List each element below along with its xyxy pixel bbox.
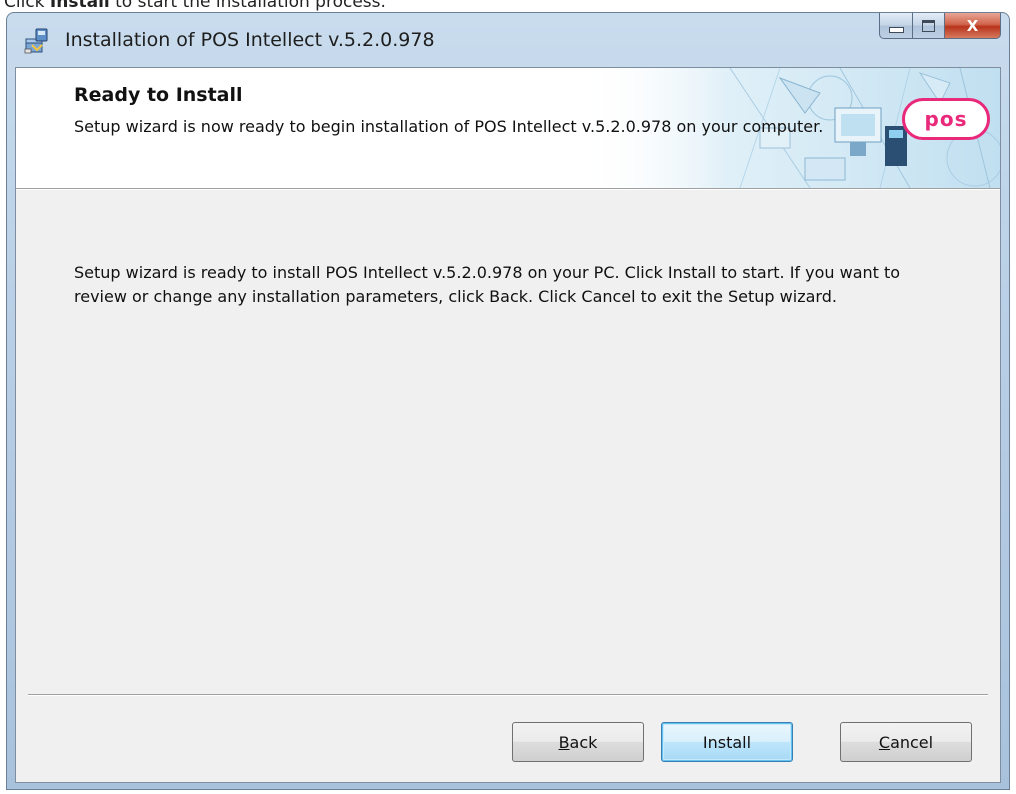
cancel-button-mnemonic: C bbox=[878, 732, 891, 752]
wizard-body-text: Setup wizard is ready to install POS Int… bbox=[74, 263, 901, 306]
install-button[interactable]: Install bbox=[661, 722, 793, 762]
minimize-button[interactable] bbox=[879, 13, 913, 39]
window-title: Installation of POS Intellect v.5.2.0.97… bbox=[65, 29, 435, 51]
installer-window: Installation of POS Intellect v.5.2.0.97… bbox=[6, 12, 1010, 790]
wizard-client-area: Ready to Install Setup wizard is now rea… bbox=[15, 67, 1001, 783]
instruction-caption: Click Install to start the installation … bbox=[4, 0, 386, 12]
banner-separator bbox=[16, 189, 1000, 190]
pos-logo: pos bbox=[902, 98, 990, 140]
installer-package-icon bbox=[24, 28, 48, 54]
title-bar[interactable]: Installation of POS Intellect v.5.2.0.97… bbox=[7, 13, 1009, 67]
cancel-button[interactable]: Cancel bbox=[840, 722, 972, 762]
close-button[interactable]: X bbox=[945, 13, 1001, 39]
button-area-divider bbox=[28, 694, 988, 695]
minimize-icon bbox=[888, 26, 904, 33]
back-button-label: ack bbox=[569, 732, 598, 752]
install-button-label: Install bbox=[702, 732, 752, 752]
maximize-button[interactable] bbox=[913, 13, 945, 39]
pos-logo-text: pos bbox=[924, 107, 968, 131]
window-controls: X bbox=[879, 13, 1001, 41]
page-title: Ready to Install bbox=[74, 84, 243, 106]
caption-suffix: to start the installation process. bbox=[109, 0, 386, 12]
cancel-button-label: ancel bbox=[890, 732, 934, 752]
caption-prefix: Click bbox=[4, 0, 50, 12]
back-button[interactable]: Back bbox=[512, 722, 644, 762]
page-subtitle: Setup wizard is now ready to begin insta… bbox=[74, 117, 824, 136]
caption-bold: Install bbox=[49, 0, 110, 12]
back-button-mnemonic: B bbox=[558, 732, 570, 752]
wizard-banner: Ready to Install Setup wizard is now rea… bbox=[16, 68, 1000, 189]
maximize-icon bbox=[922, 19, 935, 32]
close-icon: X bbox=[966, 16, 979, 35]
